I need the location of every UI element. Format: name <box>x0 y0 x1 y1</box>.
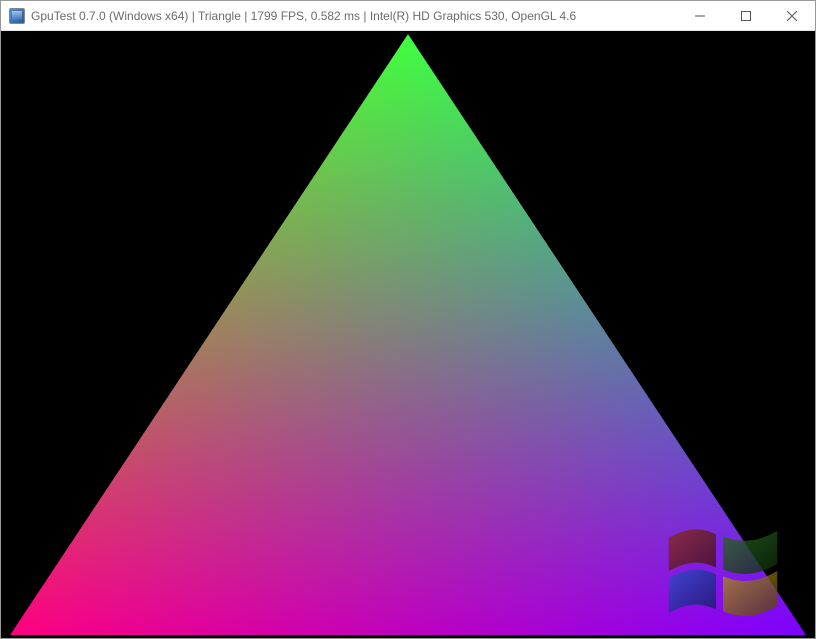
close-icon <box>787 11 797 21</box>
minimize-icon <box>695 11 705 21</box>
app-window: GpuTest 0.7.0 (Windows x64) | Triangle |… <box>0 0 816 639</box>
close-button[interactable] <box>769 1 815 30</box>
maximize-button[interactable] <box>723 1 769 30</box>
render-viewport[interactable] <box>1 31 815 638</box>
windows-logo-watermark <box>653 516 793 626</box>
titlebar[interactable]: GpuTest 0.7.0 (Windows x64) | Triangle |… <box>1 1 815 31</box>
minimize-button[interactable] <box>677 1 723 30</box>
app-icon <box>9 8 25 24</box>
maximize-icon <box>741 11 751 21</box>
window-controls <box>677 1 815 30</box>
window-title: GpuTest 0.7.0 (Windows x64) | Triangle |… <box>31 9 677 23</box>
